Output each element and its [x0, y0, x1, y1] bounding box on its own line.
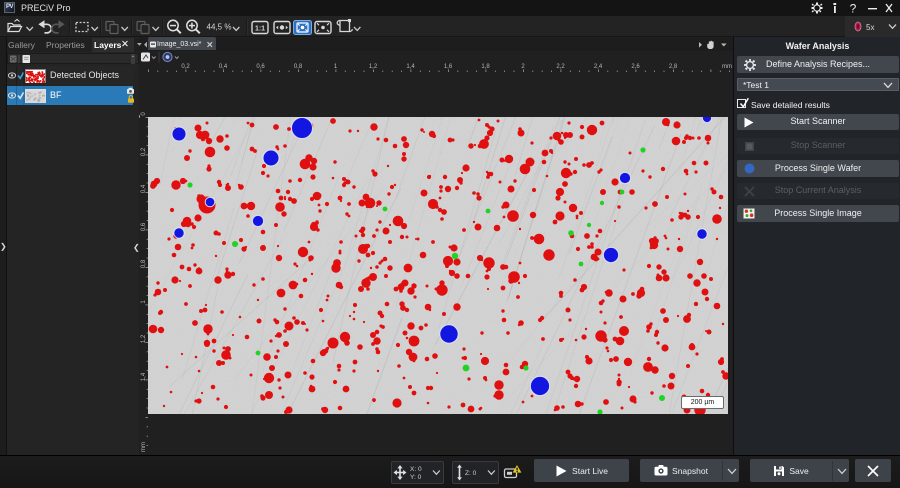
svg-text:Y: 0: Y: 0 [410, 474, 422, 481]
svg-text:44,5 %: 44,5 % [207, 23, 232, 32]
svg-text:X: 0: X: 0 [410, 466, 422, 473]
svg-text:Z: 0: Z: 0 [465, 470, 477, 477]
svg-text:1:1: 1:1 [255, 26, 265, 33]
svg-text:?: ? [850, 2, 857, 16]
svg-text:5x: 5x [866, 23, 874, 32]
